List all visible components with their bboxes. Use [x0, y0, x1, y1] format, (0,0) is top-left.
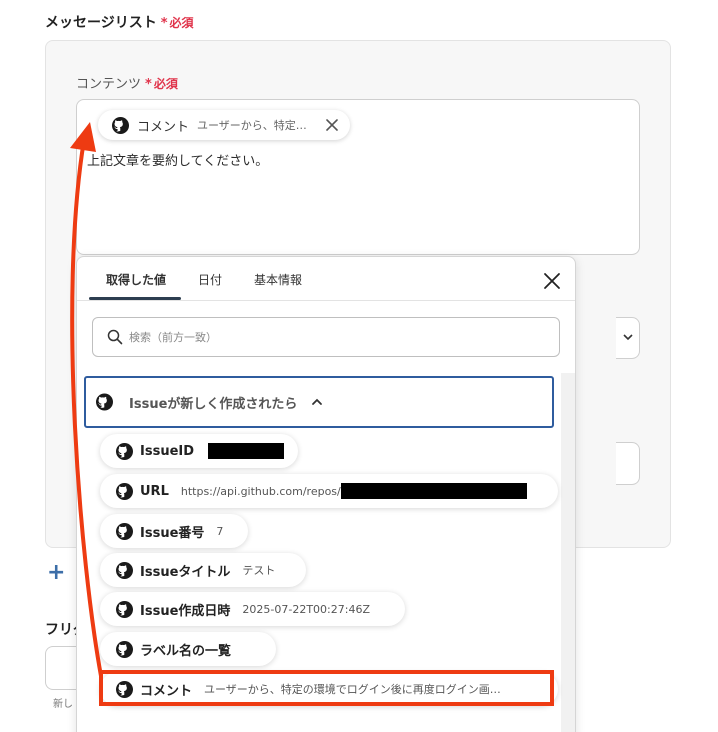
- scrollbar-track[interactable]: [561, 373, 575, 732]
- github-icon: [96, 389, 113, 415]
- close-icon[interactable]: [541, 270, 563, 292]
- variable-item-label-list[interactable]: ラベル名の一覧: [100, 632, 276, 666]
- chevron-down-icon: [623, 334, 633, 341]
- chip-label: コメント: [137, 119, 190, 135]
- required-text: 必須: [153, 77, 178, 91]
- search-input[interactable]: 検索（前方一致）: [92, 317, 560, 357]
- item-label: Issueタイトル: [140, 564, 231, 580]
- github-icon: [116, 443, 133, 460]
- variable-picker-dropdown: 取得した値 日付 基本情報 検索（前方一致） Issueが新しく作成されたら I…: [76, 256, 576, 732]
- item-label: IssueID: [140, 443, 195, 459]
- remove-chip-icon[interactable]: [322, 115, 342, 135]
- inserted-variable-chip[interactable]: コメント ユーザーから、特定…: [98, 110, 350, 140]
- github-icon: [116, 483, 133, 500]
- item-value: https://api.github.com/repos/: [180, 484, 341, 498]
- flag-hint: 新し: [53, 699, 73, 710]
- plus-icon[interactable]: +: [47, 562, 65, 584]
- item-value: 2025-07-22T00:27:46Z: [242, 602, 370, 616]
- flag-input[interactable]: [45, 646, 77, 690]
- trigger-group-header[interactable]: Issueが新しく作成されたら: [84, 376, 554, 428]
- github-icon: [116, 562, 133, 579]
- section-title: メッセージリスト * 必須: [45, 12, 194, 32]
- tab-acquired-values[interactable]: 取得した値: [106, 271, 166, 288]
- variable-item-issue-number[interactable]: Issue番号 7: [100, 514, 248, 548]
- group-title: Issueが新しく作成されたら: [129, 396, 298, 412]
- content-field-label: コンテンツ * 必須: [76, 73, 178, 92]
- flag-section-label: フリグ: [45, 622, 77, 638]
- github-icon: [116, 601, 133, 618]
- active-tab-indicator: [89, 297, 181, 300]
- redacted-value: [340, 483, 527, 499]
- required-mark: * 必須: [145, 77, 178, 92]
- content-label-text: コンテンツ: [76, 77, 142, 92]
- item-label: Issue番号: [140, 525, 205, 541]
- variable-item-issue-created-at[interactable]: Issue作成日時 2025-07-22T00:27:46Z: [100, 592, 405, 626]
- required-mark: * 必須: [160, 16, 194, 31]
- github-icon: [112, 117, 129, 134]
- variable-item-issue-id[interactable]: IssueID: [100, 434, 298, 468]
- tab-basic-info[interactable]: 基本情報: [254, 271, 302, 288]
- item-value: 7: [216, 524, 224, 538]
- chevron-up-icon: [312, 398, 323, 405]
- required-star: *: [145, 77, 152, 92]
- variable-item-issue-title[interactable]: Issueタイトル テスト: [100, 553, 306, 587]
- item-label: ラベル名の一覧: [140, 643, 232, 659]
- search-icon: [107, 329, 123, 345]
- item-label: URL: [140, 483, 169, 499]
- search-placeholder: 検索（前方一致）: [129, 331, 217, 344]
- github-icon: [116, 641, 133, 658]
- content-body-text: 上記文章を要約してください。: [87, 154, 269, 169]
- item-label: Issue作成日時: [140, 603, 231, 619]
- chip-value: ユーザーから、特定…: [197, 119, 307, 132]
- text-input-field[interactable]: [616, 442, 640, 485]
- annotation-highlight-box: [99, 670, 554, 706]
- github-icon: [116, 523, 133, 540]
- variable-item-url[interactable]: URL https://api.github.com/repos/: [100, 474, 558, 508]
- required-star: *: [160, 16, 168, 31]
- required-text: 必須: [169, 16, 194, 30]
- section-title-text: メッセージリスト: [45, 15, 157, 31]
- item-value: テスト: [242, 564, 276, 577]
- select-field[interactable]: [616, 317, 640, 359]
- redacted-value: [208, 443, 285, 459]
- picker-tabs: 取得した値 日付 基本情報: [77, 257, 575, 301]
- tab-date[interactable]: 日付: [198, 271, 222, 288]
